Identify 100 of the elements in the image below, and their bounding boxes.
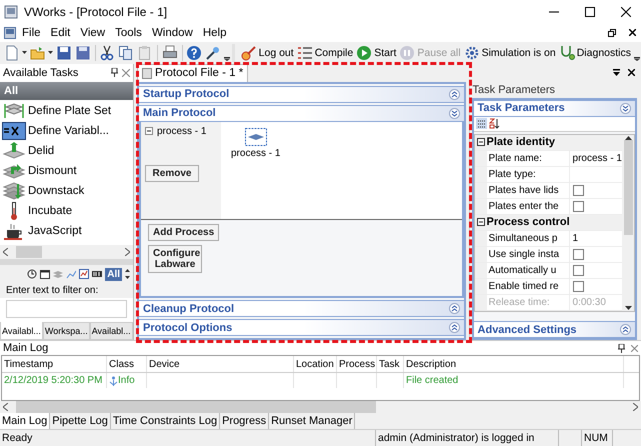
overflow-icon xyxy=(634,56,640,61)
column-header[interactable]: Description xyxy=(404,356,624,372)
panel-title: Task Parameters xyxy=(472,82,556,98)
collapse-icon[interactable] xyxy=(476,218,485,226)
section-header[interactable]: Advanced Settings xyxy=(474,321,635,338)
collapse-icon[interactable] xyxy=(476,138,485,146)
property-value[interactable]: process - 1 xyxy=(570,152,622,164)
table-cell: File created xyxy=(404,373,624,388)
collapse-icon[interactable] xyxy=(620,102,631,114)
tree-item[interactable]: process - 1 xyxy=(145,126,217,137)
menu-item[interactable]: File xyxy=(18,26,45,39)
remove-button[interactable]: Remove xyxy=(145,164,199,182)
toolbar-button[interactable]: Diagnostics xyxy=(558,44,632,61)
panel-tab[interactable]: Availabl... xyxy=(0,322,43,340)
menu-item[interactable]: Help xyxy=(198,26,230,39)
scrollbar-thumb[interactable] xyxy=(16,400,376,413)
checkbox[interactable] xyxy=(572,280,584,292)
dropdown-icon[interactable] xyxy=(613,69,620,76)
configure-labware-button[interactable]: Configure Labware xyxy=(148,244,202,273)
help-button[interactable] xyxy=(185,44,204,61)
expand-icon[interactable] xyxy=(448,303,460,314)
scroll-right-icon[interactable] xyxy=(633,402,638,411)
menu-item[interactable]: Window xyxy=(148,26,197,39)
checkbox[interactable] xyxy=(572,200,584,212)
checkbox[interactable] xyxy=(572,248,584,260)
open-folder-button[interactable] xyxy=(29,44,54,61)
scroll-left-icon[interactable] xyxy=(3,402,8,411)
categorized-icon[interactable] xyxy=(476,118,487,130)
variable-icon xyxy=(2,122,26,140)
scroll-down-icon[interactable] xyxy=(624,306,632,311)
toolbar-button[interactable]: Start xyxy=(355,44,398,61)
open-folder-icon xyxy=(30,44,46,61)
filter-field[interactable] xyxy=(6,300,127,318)
task-item[interactable]: Define Variabl... xyxy=(0,120,133,141)
scroll-left-icon[interactable] xyxy=(3,248,8,256)
barcode-icon[interactable] xyxy=(92,269,102,280)
expand-icon[interactable] xyxy=(448,322,460,334)
scrollbar-thumb[interactable] xyxy=(624,140,632,235)
section-header[interactable]: Cleanup Protocol xyxy=(139,300,464,318)
save-button[interactable] xyxy=(55,44,73,61)
pin-icon[interactable] xyxy=(111,68,118,78)
toolbar-button[interactable]: Compile xyxy=(296,44,354,61)
menu-item[interactable]: Tools xyxy=(111,26,146,39)
expand-icon[interactable] xyxy=(448,88,460,100)
task-item[interactable]: Incubate xyxy=(0,200,133,221)
printer-button[interactable] xyxy=(160,44,179,61)
dropdown-icon xyxy=(48,50,53,55)
menu-item[interactable]: Edit xyxy=(46,26,74,39)
collapse-icon[interactable] xyxy=(145,127,153,136)
section-header[interactable]: Protocol Options xyxy=(139,319,464,336)
status-text: admin (Administrator) is logged in xyxy=(376,430,559,446)
filter-all-button[interactable]: All xyxy=(105,268,122,281)
section-header[interactable]: Task Parameters xyxy=(474,100,635,117)
column-header[interactable]: Timestamp xyxy=(2,356,107,372)
plate-icon[interactable] xyxy=(244,128,267,146)
column-header[interactable]: Task xyxy=(377,356,404,372)
task-item[interactable]: JavaScript xyxy=(0,220,133,241)
expand-icon[interactable] xyxy=(620,324,631,336)
info-icon xyxy=(109,376,118,386)
section-header[interactable]: Startup Protocol xyxy=(139,86,464,103)
window-title: VWorks - [Protocol File - 1] xyxy=(24,5,168,19)
graph-icon[interactable] xyxy=(79,269,90,280)
scroll-right-icon[interactable] xyxy=(125,248,130,256)
sort-icon[interactable] xyxy=(488,118,500,130)
chart-icon[interactable] xyxy=(66,269,76,280)
column-header[interactable]: Process xyxy=(337,356,377,372)
log-tab[interactable]: Main Log xyxy=(0,413,50,430)
checkbox[interactable] xyxy=(572,184,584,196)
task-item[interactable]: Dismount xyxy=(0,160,133,181)
document-tab[interactable]: Protocol File - 1 * xyxy=(137,64,248,82)
task-item[interactable]: Define Plate Set xyxy=(0,100,133,121)
panel-tab[interactable]: Workspa... xyxy=(42,322,90,340)
column-header[interactable]: Class xyxy=(107,356,147,372)
checkbox[interactable] xyxy=(572,264,584,276)
close-icon[interactable] xyxy=(628,69,635,76)
task-item[interactable]: Delid xyxy=(0,140,133,161)
panel-tab[interactable]: Availabl... xyxy=(90,322,133,340)
toolbar-overflow-button[interactable] xyxy=(223,56,232,61)
add-process-button[interactable]: Add Process xyxy=(148,224,220,241)
property-value[interactable]: 1 xyxy=(570,232,578,244)
section-header[interactable]: Main Protocol xyxy=(139,104,464,122)
column-header[interactable]: Device xyxy=(147,356,294,372)
property-name: Simultaneous p xyxy=(486,230,570,246)
column-header[interactable]: Location xyxy=(294,356,337,372)
save-all-icon xyxy=(75,44,91,61)
property-name: Automatically u xyxy=(486,262,570,278)
overflow-icon[interactable] xyxy=(125,269,130,280)
toolbar-button[interactable]: Log out xyxy=(240,44,295,61)
scrollbar-thumb[interactable] xyxy=(16,246,42,258)
pin-icon[interactable] xyxy=(618,344,625,353)
menu-item[interactable]: View xyxy=(76,26,110,39)
clock-icon[interactable] xyxy=(27,269,38,280)
task-item[interactable]: Downstack xyxy=(0,180,133,201)
document-icon xyxy=(142,68,152,79)
toolbar-button[interactable]: Simulation is on xyxy=(462,44,557,61)
toolbar-overflow-button[interactable] xyxy=(633,56,641,61)
save-all-button[interactable] xyxy=(74,44,92,61)
calendar-icon[interactable] xyxy=(40,269,50,280)
category-header[interactable]: All xyxy=(0,82,133,100)
collapse-icon[interactable] xyxy=(448,108,460,119)
